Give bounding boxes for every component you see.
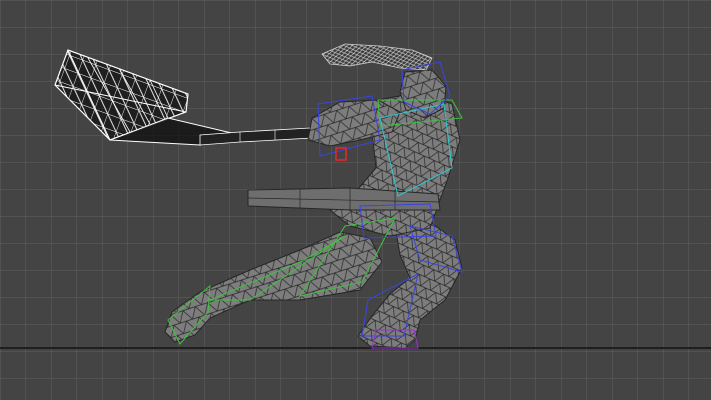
3d-viewport[interactable] <box>0 0 711 400</box>
viewport-canvas[interactable] <box>0 0 711 400</box>
